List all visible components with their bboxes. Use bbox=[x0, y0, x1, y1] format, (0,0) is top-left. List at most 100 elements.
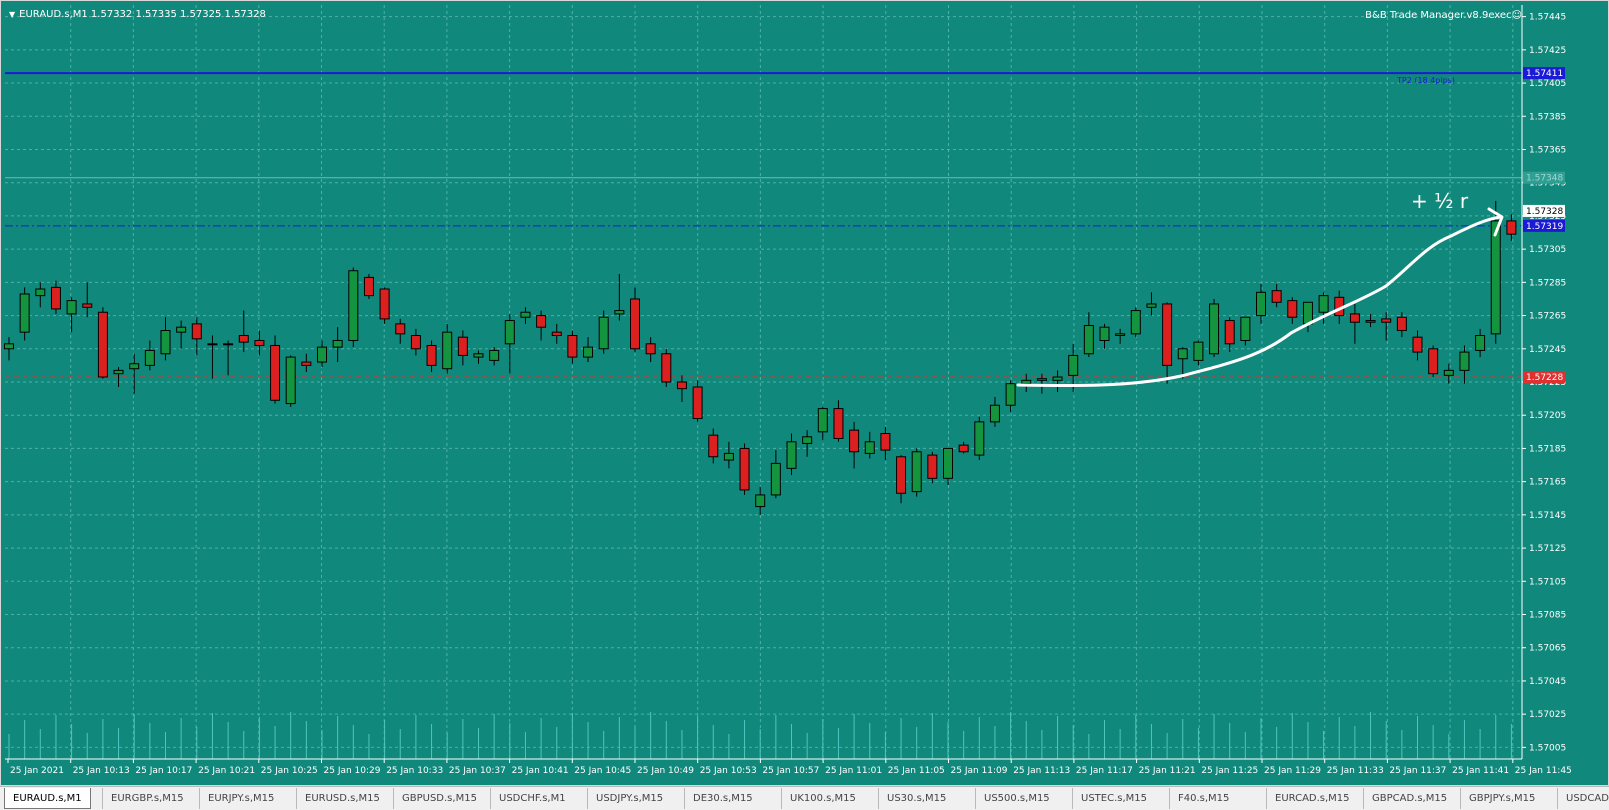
candle-body bbox=[520, 311, 531, 318]
time-tick-label: 25 Jan 11:01 bbox=[825, 766, 882, 776]
candle-body bbox=[1302, 301, 1313, 325]
candle-body bbox=[82, 303, 93, 308]
axes: 1.57445 1.57425 1.57405 1.57385 1.57365 1.573… bbox=[5, 5, 1572, 776]
price-tick-label: 1.57285 bbox=[1529, 278, 1566, 288]
time-tick-label: 25 Jan 10:45 bbox=[574, 766, 631, 776]
time-tick-label: 25 Jan 11:25 bbox=[1201, 766, 1258, 776]
time-tick-label: 25 Jan 11:29 bbox=[1264, 766, 1321, 776]
candle-body bbox=[457, 336, 468, 356]
symbol-tab[interactable]: USTEC.s,M15 bbox=[1072, 788, 1155, 809]
time-tick-label: 25 Jan 11:13 bbox=[1013, 766, 1070, 776]
candle-body bbox=[66, 300, 77, 315]
symbol-tab[interactable]: DE30.s,M15 bbox=[684, 788, 761, 809]
candle-body bbox=[1506, 220, 1517, 235]
candle-body bbox=[207, 343, 218, 346]
candle-body bbox=[817, 408, 828, 433]
symbol-tab[interactable]: EURAUD.s,M1 bbox=[4, 788, 91, 809]
candle-body bbox=[943, 447, 953, 479]
candle-body bbox=[4, 343, 14, 350]
candle-body bbox=[1224, 320, 1235, 345]
symbol-tab[interactable]: EURJPY.s,M15 bbox=[199, 788, 282, 809]
candle-body bbox=[1396, 316, 1407, 332]
candle-body bbox=[849, 429, 860, 453]
time-tick-label: 25 Jan 11:09 bbox=[951, 766, 1008, 776]
symbol-tab[interactable]: US30.s,M15 bbox=[878, 788, 954, 809]
candle-body bbox=[1240, 316, 1251, 341]
candle-body bbox=[692, 386, 703, 420]
candle-body bbox=[97, 311, 108, 378]
candle-body bbox=[645, 343, 656, 355]
price-tick-label: 1.57165 bbox=[1529, 478, 1566, 488]
symbol-tab[interactable]: F40.s,M15 bbox=[1169, 788, 1237, 809]
candle-body bbox=[598, 316, 609, 350]
candle-body bbox=[1005, 383, 1016, 406]
symbol-tab[interactable]: USDCAD.s,M15 bbox=[1557, 788, 1609, 809]
symbol-tab[interactable]: USDJPY.s,M15 bbox=[587, 788, 671, 809]
price-tick-label: 1.57205 bbox=[1529, 411, 1566, 421]
current-price-tag: 1.57328 bbox=[1526, 207, 1563, 217]
price-tick-label: 1.57425 bbox=[1529, 46, 1566, 56]
time-tick-label: 25 Jan 10:25 bbox=[261, 766, 318, 776]
symbol-tab[interactable]: GBPCAD.s,M15 bbox=[1363, 788, 1455, 809]
candle-body bbox=[1365, 320, 1376, 323]
candle-body bbox=[1177, 348, 1188, 360]
candle-body bbox=[223, 343, 234, 346]
price-tick-label: 1.57245 bbox=[1529, 345, 1566, 355]
symbol-tab[interactable]: UK100.s,M15 bbox=[781, 788, 864, 809]
candle-body bbox=[1068, 354, 1079, 376]
symbol-tab[interactable]: US500.s,M15 bbox=[975, 788, 1058, 809]
trade-manager-text: B&B Trade Manager.v8.9exec bbox=[1365, 10, 1512, 21]
price-tick-label: 1.57125 bbox=[1529, 544, 1566, 554]
symbol-header: ▼ EURAUD.s,M1 1.57332 1.57335 1.57325 1.5… bbox=[9, 9, 266, 20]
time-tick-label: 25 Jan 10:41 bbox=[512, 766, 569, 776]
symbol-tab[interactable]: GBPJPY.s,M15 bbox=[1460, 788, 1543, 809]
candle-body bbox=[1146, 303, 1157, 308]
candle-body bbox=[1162, 303, 1173, 366]
chart-grid bbox=[5, 5, 1522, 759]
candle-body bbox=[911, 451, 922, 493]
candle-body bbox=[50, 286, 61, 310]
candle-body bbox=[1412, 336, 1423, 353]
candle-body bbox=[301, 361, 312, 366]
symbol-tab[interactable]: USDCHF.s,M1 bbox=[490, 788, 574, 809]
symbol-tab[interactable]: EURGBP.s,M15 bbox=[102, 788, 192, 809]
candle-body bbox=[1193, 341, 1204, 361]
candle-body bbox=[129, 363, 140, 370]
candle-body bbox=[1490, 220, 1501, 335]
candle-body bbox=[583, 346, 594, 358]
candle-body bbox=[630, 298, 640, 350]
price-tick-label: 1.57365 bbox=[1529, 145, 1566, 155]
candle-body bbox=[1099, 326, 1110, 341]
candle-body bbox=[958, 444, 969, 453]
symbol-tab[interactable]: EURUSD.s,M15 bbox=[296, 788, 388, 809]
price-tick-label: 1.57385 bbox=[1529, 112, 1566, 122]
candle-body bbox=[661, 353, 672, 383]
candle-body bbox=[176, 326, 187, 333]
price-tick-label: 1.57085 bbox=[1529, 611, 1566, 621]
time-tick-label: 25 Jan 11:45 bbox=[1515, 766, 1572, 776]
candle-body bbox=[270, 344, 281, 401]
price-tick-label: 1.57065 bbox=[1529, 644, 1566, 654]
stop-price-tag: 1.57228 bbox=[1526, 373, 1563, 383]
price-tick-label: 1.57445 bbox=[1529, 13, 1566, 23]
chart-menu-triangle-icon[interactable]: ▼ bbox=[9, 10, 15, 19]
symbol-tab[interactable]: GBPUSD.s,M15 bbox=[393, 788, 485, 809]
price-tick-label: 1.57145 bbox=[1529, 511, 1566, 521]
candle-body bbox=[395, 323, 406, 335]
candle-body bbox=[1130, 310, 1141, 335]
candle-body bbox=[802, 436, 813, 444]
candle-body bbox=[1021, 379, 1032, 385]
time-tick-label: 25 Jan 10:13 bbox=[73, 766, 130, 776]
time-tick-label: 25 Jan 10:29 bbox=[324, 766, 381, 776]
candle-body bbox=[1036, 378, 1047, 381]
candle-body bbox=[113, 369, 124, 375]
price-chart[interactable]: TP2 (18.4pips) + ½ r 1.574451.574251.574… bbox=[1, 1, 1609, 787]
price-tick-label: 1.57305 bbox=[1529, 245, 1566, 255]
trade-manager-label: B&B Trade Manager.v8.9exec☺ bbox=[1365, 10, 1522, 21]
candle-body bbox=[473, 353, 484, 358]
candle-body bbox=[536, 315, 547, 328]
chart-window[interactable]: TP2 (18.4pips) + ½ r 1.57445 1.57425 1.574… bbox=[0, 0, 1609, 786]
symbol-tab[interactable]: EURCAD.s,M15 bbox=[1266, 788, 1358, 809]
price-tick-label: 1.57025 bbox=[1529, 710, 1566, 720]
time-tick-label: 25 Jan 2021 bbox=[10, 766, 64, 776]
